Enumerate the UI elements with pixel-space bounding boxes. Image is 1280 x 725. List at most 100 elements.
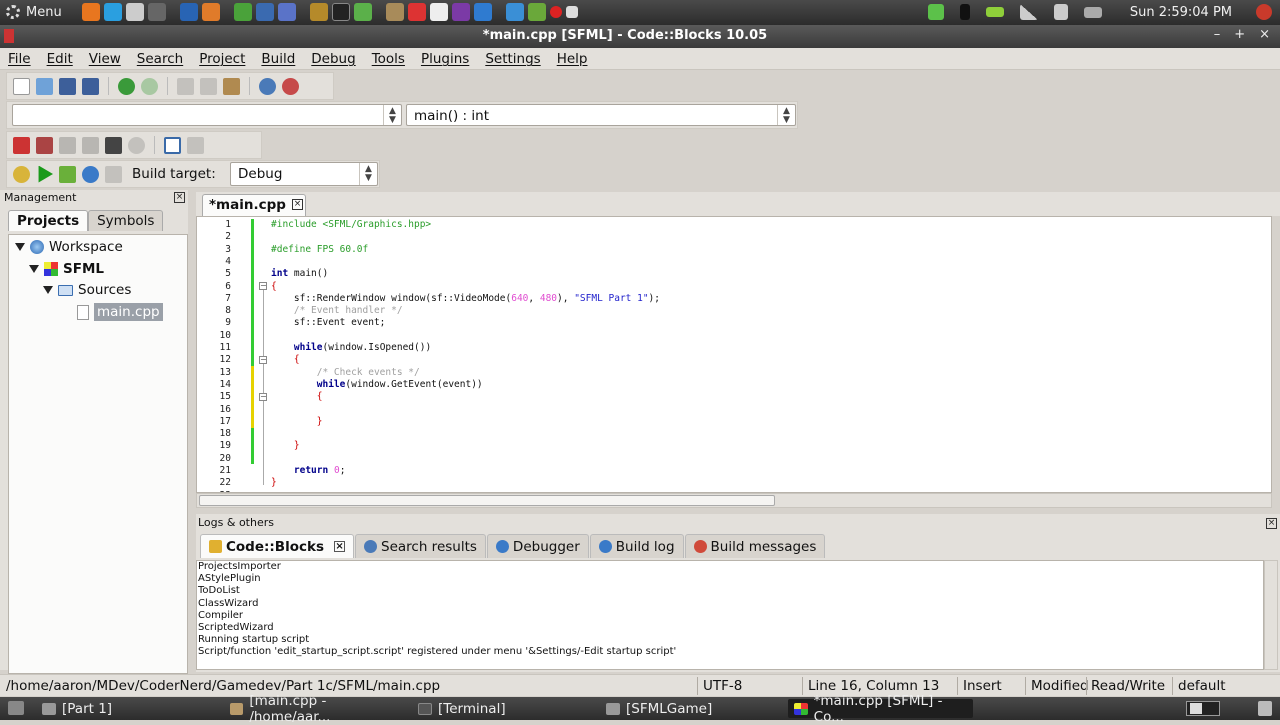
copy-icon[interactable]: [200, 77, 217, 95]
debug-next-line-icon[interactable]: [36, 136, 53, 154]
menu-edit[interactable]: Edit: [39, 48, 81, 69]
menu-search[interactable]: Search: [129, 48, 191, 69]
gimp-icon[interactable]: [386, 3, 404, 21]
tab-projects[interactable]: Projects: [8, 210, 89, 231]
build-and-run-icon[interactable]: [59, 165, 76, 183]
battery-icon[interactable]: [959, 4, 970, 20]
open-file-icon[interactable]: [36, 77, 53, 95]
tree-item-workspace[interactable]: Workspace: [15, 237, 123, 257]
scope-select[interactable]: ▲ ▼: [12, 104, 402, 126]
tab-build-log[interactable]: Build log: [589, 534, 684, 558]
run-icon[interactable]: [38, 165, 53, 183]
power-icon[interactable]: [1256, 4, 1272, 20]
paste-icon[interactable]: [223, 77, 240, 95]
app-icon[interactable]: [528, 3, 546, 21]
tree-item-sources[interactable]: Sources: [43, 280, 131, 300]
tab-debugger[interactable]: Debugger: [486, 534, 589, 558]
expand-arrow-icon[interactable]: [29, 265, 39, 273]
cut-icon[interactable]: [177, 77, 194, 95]
abort-icon[interactable]: [105, 165, 122, 183]
undo-icon[interactable]: [118, 77, 135, 95]
charging-icon[interactable]: [985, 7, 1004, 17]
tab-symbols[interactable]: Symbols: [88, 210, 164, 231]
virtualbox-icon[interactable]: [474, 3, 492, 21]
workspace-switcher-icon[interactable]: [1190, 703, 1202, 714]
save-all-icon[interactable]: [82, 77, 99, 95]
tab-main-cpp[interactable]: *main.cpp: [202, 194, 306, 216]
console-icon[interactable]: [332, 3, 350, 21]
steam-icon[interactable]: [452, 3, 470, 21]
build-gear-icon[interactable]: [13, 165, 30, 183]
taskbar-item-editor[interactable]: [main.cpp - /home/aar...: [224, 693, 404, 725]
fold-toggle-icon[interactable]: −: [259, 282, 267, 290]
menu-help[interactable]: Help: [549, 48, 596, 69]
fold-toggle-icon[interactable]: −: [259, 356, 267, 364]
trash-icon[interactable]: [1258, 701, 1272, 716]
skype-icon[interactable]: [104, 3, 122, 21]
debug-run-to-cursor-icon[interactable]: [13, 136, 30, 154]
editor-horizontal-scrollbar[interactable]: [196, 493, 1272, 508]
download-icon[interactable]: [202, 3, 220, 21]
close-icon[interactable]: ×: [1266, 518, 1277, 529]
menu-plugins[interactable]: Plugins: [413, 48, 477, 69]
redo-icon[interactable]: [141, 77, 158, 95]
rebuild-icon[interactable]: [82, 165, 99, 183]
close-icon[interactable]: ×: [174, 192, 185, 203]
minimize-button[interactable]: –: [1214, 27, 1221, 42]
build-target-select[interactable]: Debug ▲ ▼: [230, 162, 378, 186]
package-icon[interactable]: [354, 3, 372, 21]
menu-tools[interactable]: Tools: [364, 48, 413, 69]
menu-build[interactable]: Build: [253, 48, 303, 69]
taskbar-item-part1[interactable]: [Part 1]: [36, 699, 216, 718]
menu-debug[interactable]: Debug: [303, 48, 363, 69]
window-titlebar[interactable]: *main.cpp [SFML] - Code::Blocks 10.05 – …: [0, 25, 1280, 48]
transmission-icon[interactable]: [408, 3, 426, 21]
media-icon[interactable]: [256, 3, 274, 21]
fold-toggle-icon[interactable]: −: [259, 393, 267, 401]
taskbar-item-terminal[interactable]: [Terminal]: [412, 699, 592, 718]
taskbar-item-sfmlgame[interactable]: [SFMLGame]: [600, 699, 780, 718]
debug-info-icon[interactable]: [187, 136, 204, 154]
debug-step-out-icon[interactable]: [82, 136, 99, 154]
tab-build-messages[interactable]: Build messages: [684, 534, 826, 558]
close-icon[interactable]: ×: [334, 541, 346, 552]
mail-icon[interactable]: [1083, 6, 1102, 18]
tree-item-project[interactable]: SFML: [29, 259, 104, 279]
taskbar-item-codeblocks[interactable]: *main.cpp [SFML] - Co...: [788, 693, 973, 725]
scrollbar-thumb[interactable]: [199, 495, 775, 506]
debug-continue-icon[interactable]: [105, 136, 122, 154]
blender-icon[interactable]: [180, 3, 198, 21]
code-editor[interactable]: 1234567891011121314151617181920212223 #i…: [196, 216, 1272, 493]
menu-file[interactable]: File: [0, 48, 39, 69]
show-desktop-icon[interactable]: [8, 701, 24, 715]
menu-view[interactable]: View: [81, 48, 129, 69]
update-icon[interactable]: [927, 4, 944, 20]
tree-item-main-cpp[interactable]: main.cpp: [77, 302, 163, 322]
terminal-icon[interactable]: [148, 3, 166, 21]
expand-arrow-icon[interactable]: [43, 286, 53, 294]
firefox-icon[interactable]: [82, 3, 100, 21]
close-icon[interactable]: ×: [292, 199, 303, 210]
save-icon[interactable]: [59, 77, 76, 95]
menu-settings[interactable]: Settings: [477, 48, 548, 69]
desktop-menu-button[interactable]: Menu: [6, 3, 62, 21]
tool-icon[interactable]: [430, 3, 448, 21]
record-icon[interactable]: [550, 6, 562, 18]
new-file-icon[interactable]: [13, 77, 30, 95]
monitor-icon[interactable]: [310, 3, 328, 21]
expand-arrow-icon[interactable]: [15, 243, 25, 251]
close-button[interactable]: ×: [1259, 27, 1270, 42]
screenshot-icon[interactable]: [126, 3, 144, 21]
app-icon[interactable]: [506, 3, 524, 21]
find-icon[interactable]: [259, 77, 276, 95]
volume-icon[interactable]: [1053, 4, 1068, 20]
debug-step-into-icon[interactable]: [59, 136, 76, 154]
tab-search-results[interactable]: Search results: [355, 534, 486, 558]
maximize-button[interactable]: +: [1234, 27, 1245, 42]
menu-project[interactable]: Project: [191, 48, 253, 69]
log-output[interactable]: ProjectsImporter AStylePlugin ToDoList C…: [196, 560, 1264, 670]
function-select[interactable]: main() : int ▲ ▼: [406, 104, 796, 126]
replace-icon[interactable]: [282, 77, 299, 95]
blank-icon[interactable]: [566, 6, 578, 18]
script-icon[interactable]: [278, 3, 296, 21]
